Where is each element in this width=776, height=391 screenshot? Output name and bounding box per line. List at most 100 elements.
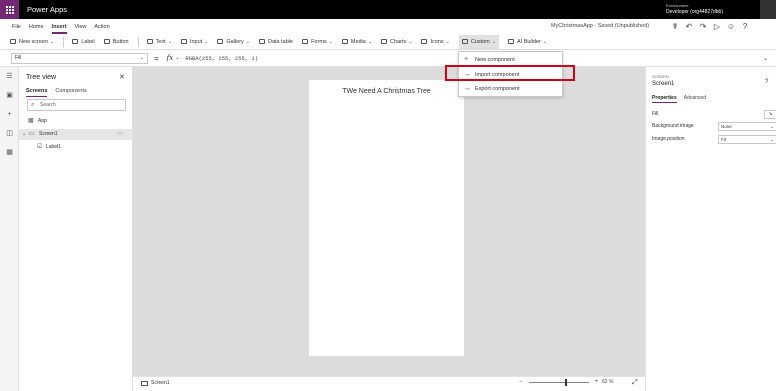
layers-icon[interactable]: ▣ [0, 86, 19, 105]
chevron-down-icon: ⌄ [22, 131, 27, 137]
more-options-icon[interactable]: ⋯ [117, 129, 123, 140]
help-icon[interactable]: ? [765, 79, 768, 85]
table-icon [258, 39, 265, 44]
zoom-slider-thumb[interactable] [564, 378, 567, 386]
custom-icon [461, 39, 468, 44]
chevron-down-icon: ⌄ [542, 38, 548, 45]
app-checker-icon[interactable]: ☤ [668, 22, 682, 31]
tree-item-label1-label: Label1 [46, 144, 62, 150]
waffle-icon [5, 5, 14, 14]
gallery-icon [217, 39, 224, 44]
tab-screens[interactable]: Screens [26, 88, 48, 97]
expand-formula-icon[interactable]: ⌄ [763, 55, 768, 62]
menu-home[interactable]: Home [29, 24, 44, 30]
gallery-menu-label: Gallery [226, 38, 244, 45]
background-image-row: Background image None ⌄ [652, 122, 776, 132]
image-position-row: Image position Fit ⌄ [652, 135, 776, 145]
tree-item-app[interactable]: ▦ App [19, 116, 133, 127]
fx-icon[interactable]: fx [167, 54, 174, 62]
ai-builder-menu-button[interactable]: AI Builder ⌄ [507, 35, 548, 49]
chevron-down-icon: ⌄ [139, 54, 144, 61]
hamburger-icon[interactable]: ☰ [0, 67, 19, 86]
zoom-value: 62 % [602, 379, 614, 385]
new-screen-label: New screen [19, 38, 49, 45]
chevron-down-icon[interactable]: ⌄ [175, 55, 179, 61]
menu-view[interactable]: View [75, 24, 87, 30]
text-menu-label: Text [155, 38, 166, 45]
zoom-out-button[interactable]: − [519, 379, 523, 385]
app-icon: ▦ [28, 118, 34, 124]
custom-menu-button[interactable]: Custom ⌄ [458, 34, 499, 49]
forms-icon [302, 39, 309, 44]
background-image-select[interactable]: None ⌄ [718, 122, 776, 131]
ai-builder-icon [507, 39, 514, 44]
new-screen-button[interactable]: New screen ⌄ [10, 35, 54, 49]
chevron-down-icon: ⌄ [50, 38, 55, 45]
menu-insert[interactable]: Insert [51, 24, 67, 34]
tree-item-screen1[interactable]: ⌄ ▭ Screen1 ⋯ [19, 129, 133, 140]
property-select[interactable]: Fill ⌄ [11, 52, 148, 64]
label-icon [72, 39, 79, 44]
environment-picker[interactable]: Environment Developer (org44827dbb) [666, 2, 723, 16]
data-table-button[interactable]: Data table [258, 35, 293, 49]
export-component-item[interactable]: ↔ Export component [459, 82, 562, 96]
label-button[interactable]: Label [72, 35, 95, 49]
charts-menu-button[interactable]: Charts ⌄ [381, 35, 412, 49]
help-icon[interactable]: ? [738, 22, 752, 31]
undo-icon[interactable]: ↶ [682, 22, 696, 31]
environment-label: Environment [666, 3, 689, 8]
zoom-control: − + 62 % [519, 378, 614, 386]
screen1-canvas[interactable]: TWe Need A Christmas Tree [309, 80, 464, 356]
tree-item-app-label: App [38, 118, 47, 124]
design-canvas[interactable]: TWe Need A Christmas Tree [133, 67, 645, 376]
text-menu-button[interactable]: Text ⌄ [146, 35, 172, 49]
menu-file[interactable]: File [12, 24, 21, 30]
media-icon [341, 39, 348, 44]
chevron-down-icon: ⌄ [204, 38, 209, 45]
menu-action[interactable]: Action [94, 24, 109, 30]
icons-menu-label: Icons [430, 38, 444, 45]
tab-advanced[interactable]: Advanced [684, 95, 706, 101]
custom-menu-label: Custom [470, 38, 490, 45]
save-status: MyChristmasApp - Saved (Unpublished) [551, 23, 650, 29]
zoom-in-button[interactable]: + [595, 379, 599, 385]
zoom-slider[interactable] [528, 378, 589, 386]
label1-control[interactable]: TWe Need A Christmas Tree [309, 88, 464, 95]
forms-menu-button[interactable]: Forms ⌄ [302, 35, 333, 49]
search-icon: ⌕ [31, 102, 35, 108]
close-icon[interactable]: ✕ [119, 73, 125, 81]
ai-builder-menu-label: AI Builder [516, 38, 541, 45]
button-button-text: Button [112, 38, 129, 45]
chevron-down-icon: ⌄ [445, 38, 450, 45]
tab-components[interactable]: Components [55, 88, 86, 94]
app-launcher-button[interactable] [0, 0, 19, 19]
background-image-label: Background image [652, 123, 694, 129]
label-button-text: Label [81, 38, 95, 45]
advanced-tools-icon[interactable]: ▦ [0, 143, 19, 162]
button-button[interactable]: Button [103, 35, 129, 49]
tree-item-label1[interactable]: ☑ Label1 [19, 142, 133, 153]
tree-search-input[interactable]: ⌕ Search [27, 99, 126, 111]
screen-selector[interactable]: Screen1 [141, 380, 170, 386]
plus-icon[interactable]: + [0, 105, 19, 124]
formula-input[interactable]: RGBA(255, 255, 255, 1) [185, 55, 258, 62]
toolbar-icons: ☤ ↶ ↷ ▷ ☺ ? [668, 22, 752, 31]
media-menu-button[interactable]: Media ⌄ [341, 35, 372, 49]
data-icon[interactable]: ◫ [0, 124, 19, 143]
app-title[interactable]: Power Apps [27, 5, 67, 14]
share-user-icon[interactable]: ☺ [724, 22, 738, 31]
account-avatar[interactable] [760, 0, 776, 19]
tree-item-screen1-label: Screen1 [39, 131, 58, 137]
icons-menu-button[interactable]: Icons ⌄ [421, 35, 450, 49]
fit-to-window-icon[interactable]: ⤢ [632, 379, 638, 387]
fill-color-picker[interactable]: ↘ [764, 110, 776, 119]
preview-play-icon[interactable]: ▷ [710, 22, 724, 31]
input-menu-button[interactable]: Input ⌄ [180, 35, 209, 49]
button-icon [103, 39, 110, 44]
status-screen-label: Screen1 [151, 380, 170, 386]
redo-icon[interactable]: ↷ [696, 22, 710, 31]
image-position-select[interactable]: Fit ⌄ [718, 135, 776, 144]
formula-bar: Fill ⌄ = fx ⌄ RGBA(255, 255, 255, 1) ⌄ [0, 50, 776, 67]
gallery-menu-button[interactable]: Gallery ⌄ [217, 35, 250, 49]
tab-properties[interactable]: Properties [652, 95, 677, 103]
